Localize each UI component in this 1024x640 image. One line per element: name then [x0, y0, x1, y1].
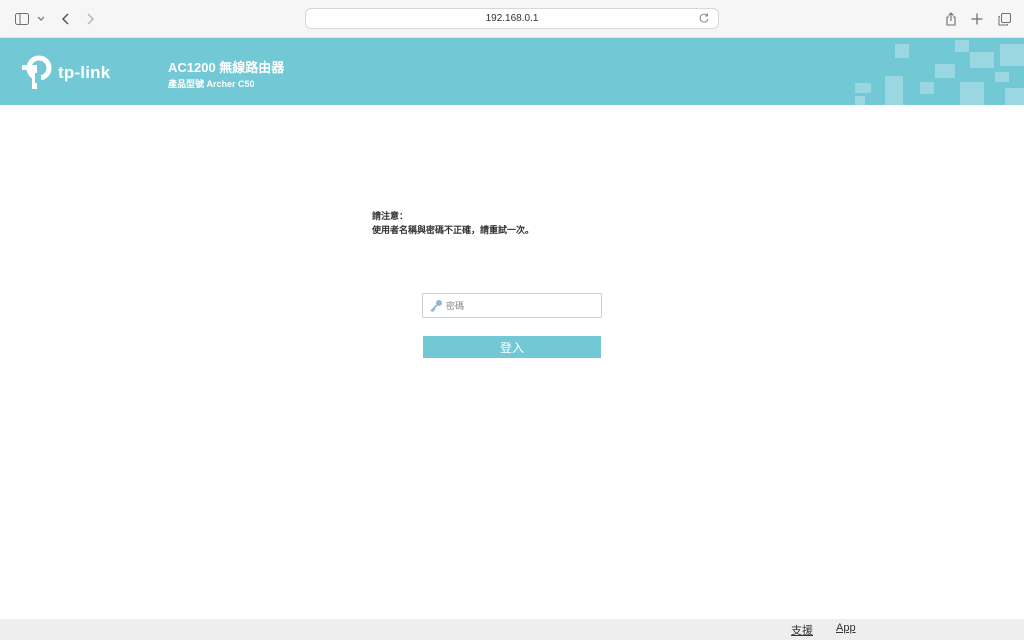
password-input[interactable]	[446, 300, 596, 311]
tp-link-logo[interactable]: tp-link	[18, 55, 110, 91]
forward-icon[interactable]	[84, 9, 98, 29]
error-notice: 請注意： 使用者名稱與密碼不正確，請重試一次。	[372, 209, 534, 237]
support-link[interactable]: 支援	[791, 622, 813, 638]
footer: 支援 App	[0, 619, 1024, 640]
back-icon[interactable]	[58, 9, 72, 29]
password-field[interactable]	[422, 293, 602, 318]
share-icon[interactable]	[943, 9, 959, 29]
new-tab-icon[interactable]	[969, 9, 985, 29]
model-title: AC1200 無線路由器	[168, 60, 285, 75]
key-icon	[429, 299, 443, 313]
notice-heading: 請注意：	[372, 211, 409, 221]
tabs-overview-icon[interactable]	[996, 9, 1012, 29]
notice-message: 使用者名稱與密碼不正確，請重試一次。	[372, 225, 535, 235]
tp-link-logo-icon	[22, 55, 52, 89]
model-subtitle: 產品型號 Archer C50	[168, 79, 255, 89]
router-header: tp-link AC1200 無線路由器 產品型號 Archer C50	[0, 38, 1024, 105]
brand-name: tp-link	[58, 63, 111, 82]
login-button[interactable]: 登入	[423, 336, 601, 358]
sidebar-icon[interactable]	[14, 9, 30, 29]
browser-toolbar: 192.168.0.1	[0, 0, 1024, 38]
chevron-down-icon[interactable]	[36, 9, 46, 29]
url-text: 192.168.0.1	[485, 13, 539, 24]
app-link[interactable]: App	[836, 622, 856, 634]
reload-icon[interactable]	[698, 12, 712, 26]
address-bar[interactable]: 192.168.0.1	[305, 8, 719, 29]
